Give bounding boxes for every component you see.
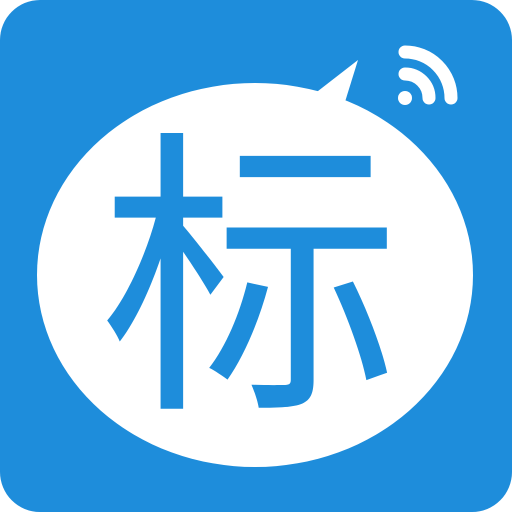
- app-icon-graphic: 标: [0, 0, 512, 512]
- app-glyph: 标: [100, 107, 400, 456]
- app-icon: 标: [0, 0, 512, 512]
